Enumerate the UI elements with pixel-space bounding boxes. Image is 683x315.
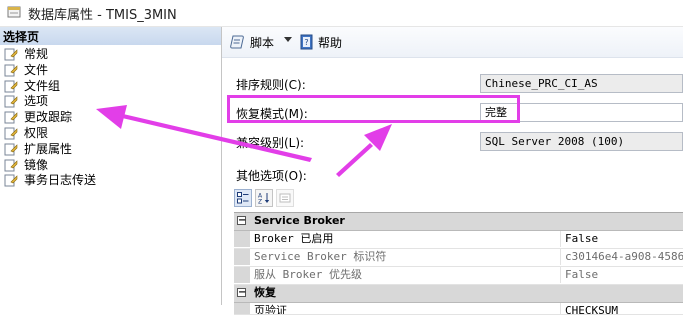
page-item-options[interactable]: 选项: [4, 94, 96, 110]
page-item-filegroups[interactable]: 文件组: [4, 79, 96, 95]
options-grid-toolbar: A Z: [234, 189, 294, 209]
page-icon: [4, 159, 18, 172]
property-pages-button[interactable]: [276, 189, 294, 207]
window-title-bar: 数据库属性 - TMIS_3MIN: [0, 0, 683, 27]
script-label: 脚本: [250, 35, 275, 50]
grid-group-name: 恢复: [254, 286, 276, 299]
page-item-label: 镜像: [24, 157, 49, 172]
grid-row-value: False: [560, 267, 683, 283]
grid-gutter: −: [234, 285, 250, 301]
svg-text:Z: Z: [258, 199, 262, 205]
grid-gutter: [234, 267, 250, 283]
collation-label: 排序规则(C):: [236, 78, 306, 92]
grid-group-service-broker[interactable]: − Service Broker: [234, 213, 683, 231]
page-icon: [4, 48, 18, 61]
page-selector-header: 选择页: [0, 27, 221, 45]
page-item-label: 权限: [24, 125, 49, 140]
page-icon: [4, 111, 18, 124]
grid-row-broker-priority[interactable]: 服从 Broker 优先级 False: [234, 267, 683, 285]
page-list: 常规 文件 文件组 选项 更改跟踪 权限 扩展属性 镜像 事务日志传送: [4, 47, 96, 189]
page-icon: [4, 80, 18, 93]
grid-row-value[interactable]: False: [560, 231, 683, 247]
alphabetical-view-button[interactable]: A Z: [255, 189, 273, 207]
page-icon: [4, 95, 18, 108]
collapse-icon[interactable]: −: [237, 216, 246, 226]
grid-gutter: [234, 231, 250, 247]
page-selector-title: 选择页: [3, 30, 40, 44]
page-item-label: 扩展属性: [24, 141, 73, 156]
grid-row-broker-identifier[interactable]: Service Broker 标识符 c30146e4-a908-4586-8a…: [234, 249, 683, 267]
dialog-toolbar: 脚本 ? 帮助: [222, 27, 683, 58]
page-selector-pane: 选择页 常规 文件 文件组 选项 更改跟踪 权限 扩展属性 镜像 事务日志传送: [0, 27, 222, 305]
chevron-down-icon[interactable]: [284, 37, 292, 42]
page-icon: [4, 143, 18, 156]
script-icon: [230, 35, 244, 49]
page-item-log-shipping[interactable]: 事务日志传送: [4, 173, 96, 189]
page-item-extended-properties[interactable]: 扩展属性: [4, 142, 96, 158]
categorized-view-button[interactable]: [234, 189, 252, 207]
page-item-label: 更改跟踪: [24, 110, 73, 125]
annotation-highlight-box: [227, 95, 520, 123]
grid-gutter: −: [234, 213, 250, 229]
grid-group-recovery[interactable]: − 恢复: [234, 285, 683, 303]
other-options-label: 其他选项(O):: [236, 169, 307, 183]
grid-row-key: Service Broker 标识符: [254, 250, 387, 263]
svg-text:?: ?: [304, 38, 308, 47]
page-item-change-tracking[interactable]: 更改跟踪: [4, 110, 96, 126]
categorized-icon: [237, 192, 249, 204]
page-icon: [4, 64, 18, 77]
script-button[interactable]: 脚本: [230, 33, 274, 51]
page-item-general[interactable]: 常规: [4, 47, 96, 63]
page-item-label: 选项: [24, 94, 49, 109]
window-title: 数据库属性 - TMIS_3MIN: [28, 8, 177, 23]
grid-row-broker-enabled[interactable]: Broker 已启用 False: [234, 231, 683, 249]
collation-field[interactable]: Chinese_PRC_CI_AS: [480, 74, 683, 93]
database-properties-icon: [7, 6, 21, 18]
grid-gutter: [234, 249, 250, 265]
options-property-grid: − Service Broker Broker 已启用 False Servic…: [234, 212, 683, 315]
compat-level-select[interactable]: SQL Server 2008 (100): [480, 132, 683, 151]
page-item-label: 文件组: [24, 78, 61, 93]
page-item-files[interactable]: 文件: [4, 63, 96, 79]
page-icon: [4, 174, 18, 187]
grid-row-key: Broker 已启用: [254, 232, 334, 245]
help-book-icon: ?: [300, 34, 313, 50]
compat-level-label: 兼容级别(L):: [236, 136, 305, 150]
page-icon: [4, 127, 18, 140]
help-button[interactable]: ? 帮助: [300, 33, 342, 51]
property-pages-icon: [279, 193, 291, 203]
options-page: 脚本 ? 帮助 排序规则(C): Chinese_PRC_CI_AS 恢复模式(…: [222, 27, 683, 315]
page-item-label: 文件: [24, 62, 49, 77]
grid-group-name: Service Broker: [254, 214, 345, 227]
page-item-label: 事务日志传送: [24, 173, 97, 188]
collapse-icon[interactable]: −: [237, 288, 246, 298]
page-item-label: 常规: [24, 47, 49, 61]
sort-az-icon: A Z: [258, 193, 270, 205]
page-item-permissions[interactable]: 权限: [4, 126, 96, 142]
help-label: 帮助: [318, 35, 343, 50]
grid-row-key: 服从 Broker 优先级: [254, 268, 362, 281]
grid-row-value: c30146e4-a908-4586-8a2d: [560, 249, 683, 265]
page-item-mirroring[interactable]: 镜像: [4, 158, 96, 174]
